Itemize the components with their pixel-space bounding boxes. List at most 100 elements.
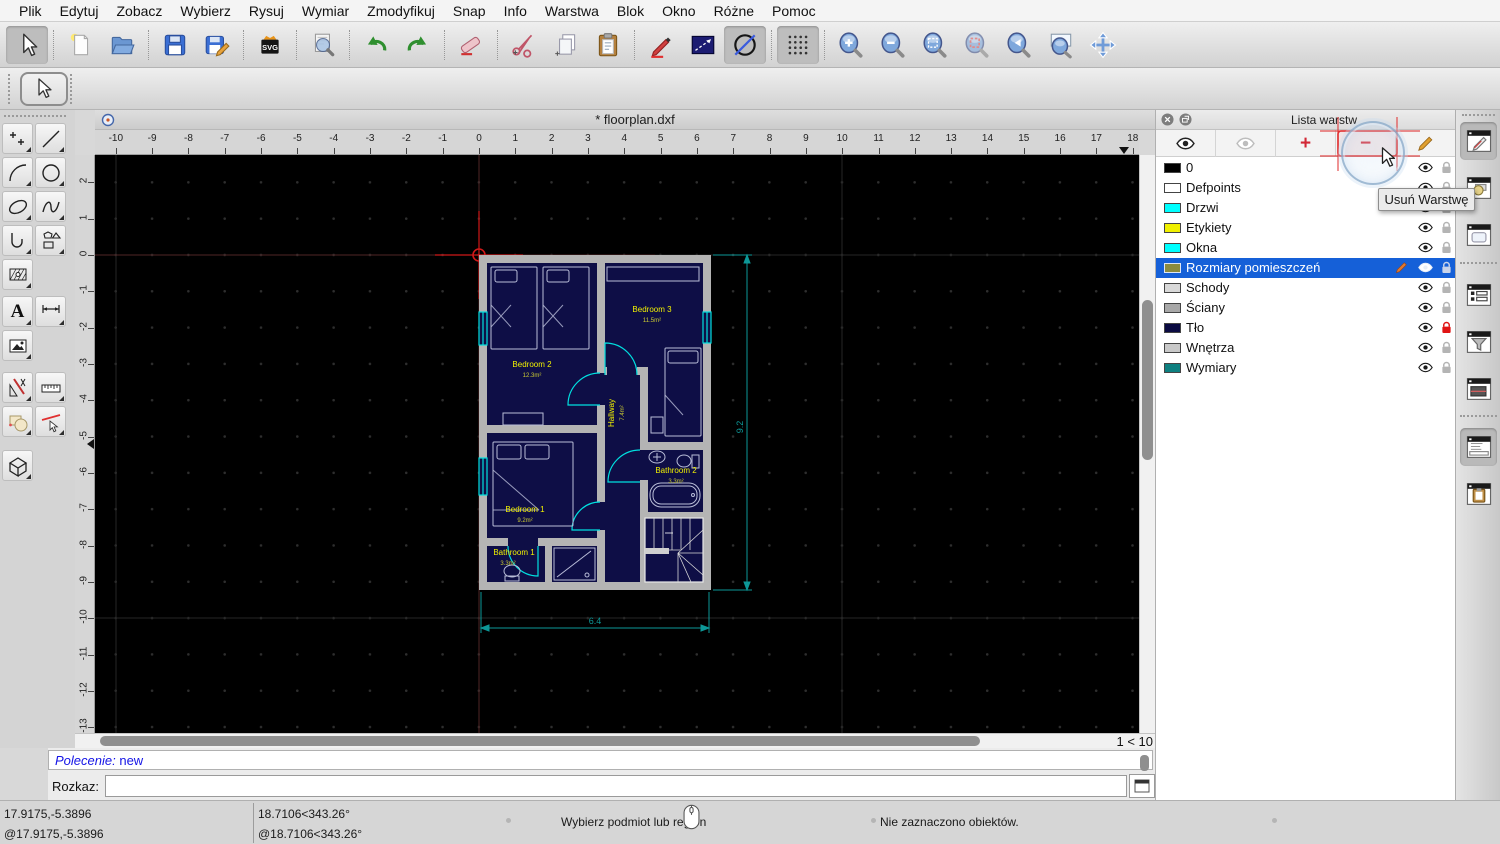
circle-tool-button[interactable] bbox=[35, 157, 66, 188]
layer-visibility-eye-icon[interactable] bbox=[1418, 341, 1433, 357]
ellipse-tool-button[interactable] bbox=[2, 191, 33, 222]
layer-lock-icon[interactable] bbox=[1441, 241, 1452, 257]
pen-preview-dock-button[interactable] bbox=[1460, 122, 1497, 160]
open-file-button[interactable] bbox=[101, 26, 143, 64]
copy-button[interactable] bbox=[545, 26, 587, 64]
menu-zobacz[interactable]: Zobacz bbox=[107, 3, 171, 19]
layer-edit-pencil-icon[interactable] bbox=[1394, 261, 1409, 277]
menu-okno[interactable]: Okno bbox=[653, 3, 704, 19]
menu-wybierz[interactable]: Wybierz bbox=[171, 3, 239, 19]
layer-visibility-eye-icon[interactable] bbox=[1418, 261, 1433, 277]
horizontal-scrollbar[interactable]: 1 < 10 bbox=[75, 733, 1155, 749]
save-button[interactable] bbox=[154, 26, 196, 64]
close-icon[interactable] bbox=[1161, 113, 1174, 126]
menu-edytuj[interactable]: Edytuj bbox=[51, 3, 108, 19]
paste-button[interactable] bbox=[587, 26, 629, 64]
menu-rysuj[interactable]: Rysuj bbox=[240, 3, 293, 19]
horizontal-scrollbar-thumb[interactable] bbox=[100, 736, 980, 746]
selection-window-button[interactable] bbox=[682, 26, 724, 64]
wall-preview-dock-button[interactable] bbox=[1460, 370, 1497, 408]
redo-button[interactable] bbox=[397, 26, 439, 64]
layer-lock-icon[interactable] bbox=[1441, 161, 1452, 177]
edit-layer-button[interactable] bbox=[1396, 130, 1456, 157]
layer-lock-icon[interactable] bbox=[1441, 221, 1452, 237]
layer-row-ściany[interactable]: Ściany bbox=[1156, 298, 1456, 318]
menu-info[interactable]: Info bbox=[495, 3, 536, 19]
layer-row-wnętrza[interactable]: Wnętrza bbox=[1156, 338, 1456, 358]
vertical-scrollbar-thumb[interactable] bbox=[1142, 300, 1153, 460]
layer-visibility-eye-icon[interactable] bbox=[1418, 301, 1433, 317]
show-all-layers-button[interactable] bbox=[1156, 130, 1216, 157]
line-tool-button[interactable] bbox=[35, 123, 66, 154]
dimension-tool-button[interactable] bbox=[35, 296, 66, 327]
draft-mode-button[interactable] bbox=[724, 25, 766, 64]
hatch-tool-button[interactable] bbox=[2, 259, 33, 290]
eraser-button[interactable] bbox=[450, 26, 492, 64]
layer-visibility-eye-icon[interactable] bbox=[1418, 281, 1433, 297]
layer-row-okna[interactable]: Okna bbox=[1156, 238, 1456, 258]
vertical-scrollbar[interactable] bbox=[1139, 155, 1155, 733]
zoom-out-button[interactable] bbox=[872, 26, 914, 64]
add-layer-button[interactable]: + bbox=[1276, 130, 1336, 157]
menu-zmodyfikuj[interactable]: Zmodyfikuj bbox=[358, 3, 444, 19]
layer-visibility-eye-icon[interactable] bbox=[1418, 361, 1433, 377]
hide-all-layers-button[interactable] bbox=[1216, 130, 1276, 157]
points-tool-button[interactable] bbox=[2, 123, 33, 154]
command-line-dock-button[interactable] bbox=[1460, 428, 1497, 466]
command-input[interactable] bbox=[104, 775, 1127, 797]
measure-tool-button[interactable] bbox=[35, 372, 66, 403]
toolbar-drag-handle[interactable] bbox=[8, 73, 16, 104]
drawing-canvas[interactable]: 9.2 6.4 Bedroom 2 12.3m² Bedroom 3 11.5m… bbox=[95, 155, 1139, 733]
clipboard-panel-dock-button[interactable] bbox=[1460, 475, 1497, 513]
float-panel-icon[interactable] bbox=[1179, 113, 1192, 126]
print-preview-button[interactable] bbox=[302, 26, 344, 64]
solid-tool-button[interactable] bbox=[2, 450, 33, 481]
arc-tool-button[interactable] bbox=[2, 157, 33, 188]
layer-row-tło[interactable]: Tło bbox=[1156, 318, 1456, 338]
layer-visibility-eye-icon[interactable] bbox=[1418, 241, 1433, 257]
zoom-window-button[interactable] bbox=[1040, 26, 1082, 64]
zoom-selection-button[interactable] bbox=[956, 26, 998, 64]
palette-drag-handle[interactable] bbox=[4, 115, 66, 119]
zoom-auto-button[interactable] bbox=[914, 26, 956, 64]
grid-toggle-button[interactable] bbox=[777, 25, 819, 64]
text-tool-button[interactable]: A bbox=[2, 296, 33, 327]
polyline-tool-button[interactable] bbox=[2, 225, 33, 256]
menu-pomoc[interactable]: Pomoc bbox=[763, 3, 825, 19]
layer-lock-icon[interactable] bbox=[1441, 321, 1452, 337]
block-list-dock-button[interactable] bbox=[1460, 276, 1497, 314]
layer-lock-icon[interactable] bbox=[1441, 281, 1452, 297]
zoom-in-button[interactable] bbox=[830, 26, 872, 64]
command-detach-button[interactable] bbox=[1129, 774, 1155, 798]
layer-visibility-eye-icon[interactable] bbox=[1418, 321, 1433, 337]
pen-button[interactable] bbox=[640, 26, 682, 64]
delete-tool-button[interactable] bbox=[35, 406, 66, 437]
layer-row-rozmiary-pomieszczeń[interactable]: Rozmiary pomieszczeń bbox=[1156, 258, 1456, 278]
layer-row-wymiary[interactable]: Wymiary bbox=[1156, 358, 1456, 378]
undo-button[interactable] bbox=[355, 26, 397, 64]
window-preview-dock-button[interactable] bbox=[1460, 216, 1497, 254]
dock-drag-handle[interactable] bbox=[1462, 114, 1495, 116]
layer-lock-icon[interactable] bbox=[1441, 261, 1452, 277]
cut-button[interactable] bbox=[503, 26, 545, 64]
layer-lock-icon[interactable] bbox=[1441, 301, 1452, 317]
zoom-previous-button[interactable] bbox=[998, 26, 1040, 64]
layer-row-schody[interactable]: Schody bbox=[1156, 278, 1456, 298]
edit-drawing-tool-button[interactable] bbox=[2, 372, 33, 403]
document-titlebar[interactable]: * floorplan.dxf bbox=[95, 110, 1155, 130]
layer-row-0[interactable]: 0 bbox=[1156, 158, 1456, 178]
layer-visibility-eye-icon[interactable] bbox=[1418, 161, 1433, 177]
layer-lock-icon[interactable] bbox=[1441, 341, 1452, 357]
image-tool-button[interactable] bbox=[2, 330, 33, 361]
pan-button[interactable] bbox=[1082, 26, 1124, 64]
new-file-button[interactable] bbox=[59, 26, 101, 64]
modify-tool-button[interactable] bbox=[2, 406, 33, 437]
polygon-tool-button[interactable] bbox=[35, 225, 66, 256]
menu-r-ne[interactable]: Różne bbox=[705, 3, 763, 19]
menu-blok[interactable]: Blok bbox=[608, 3, 653, 19]
layer-filter-dock-button[interactable] bbox=[1460, 323, 1497, 361]
remove-layer-button[interactable]: − bbox=[1336, 130, 1396, 157]
layer-visibility-eye-icon[interactable] bbox=[1418, 221, 1433, 237]
save-as-button[interactable] bbox=[196, 26, 238, 64]
menu-plik[interactable]: Plik bbox=[10, 3, 51, 19]
